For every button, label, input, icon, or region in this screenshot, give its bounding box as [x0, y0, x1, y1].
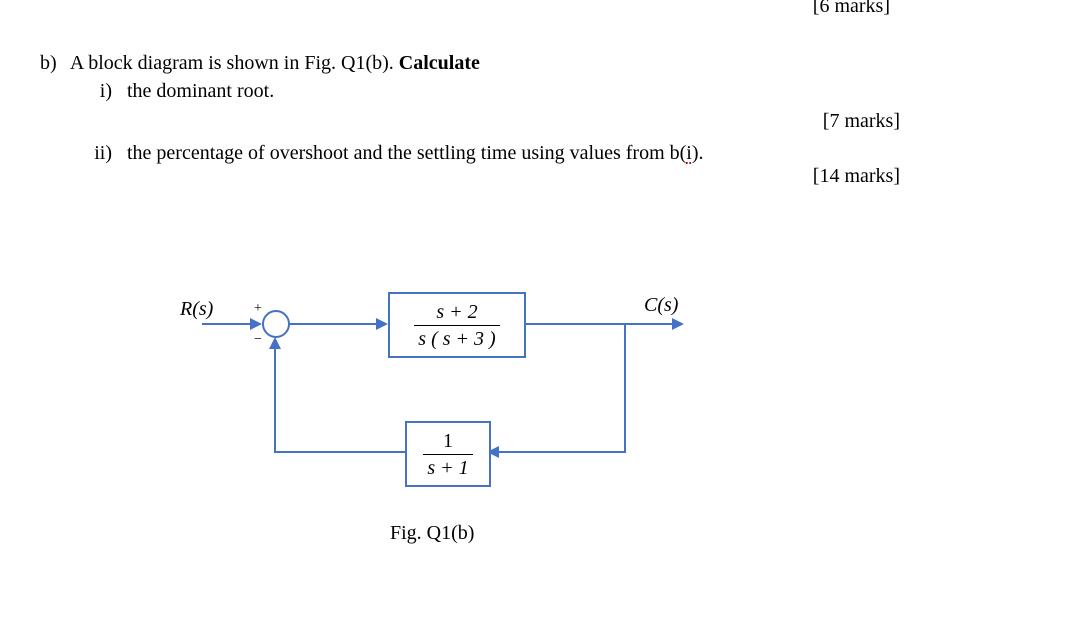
arrow-to-g: [376, 318, 388, 330]
figure-caption: Fig. Q1(b): [390, 522, 474, 545]
sub-item-i: i) the dominant root.: [80, 80, 274, 103]
question-b-text: A block diagram is shown in Fig. Q1(b). …: [70, 52, 480, 74]
line-h-to-sum-v: [274, 348, 276, 453]
line-input: [202, 323, 252, 325]
line-to-h: [499, 451, 626, 453]
question-b: b) A block diagram is shown in Fig. Q1(b…: [40, 52, 480, 75]
arrow-output: [672, 318, 684, 330]
sub-item-i-text: the dominant root.: [127, 80, 274, 102]
question-b-label: b): [40, 52, 66, 75]
minus-sign: −: [254, 332, 262, 348]
marks-ii: [14 marks]: [813, 165, 900, 188]
summing-junction: [262, 310, 290, 338]
sub-item-ii: ii) the percentage of overshoot and the …: [80, 142, 704, 165]
block-diagram: R(s) + − s + 2 s ( s + 3 ) C(s) 1 s + 1 …: [180, 290, 740, 550]
output-label: C(s): [644, 294, 678, 317]
arrow-to-sum-feedback: [269, 337, 281, 349]
line-takeoff-down: [624, 323, 626, 453]
forward-tf: s + 2 s ( s + 3 ): [414, 301, 499, 350]
plus-sign: +: [254, 301, 262, 317]
marks-i: [7 marks]: [823, 110, 900, 133]
forward-block: s + 2 s ( s + 3 ): [388, 292, 526, 358]
sub-item-ii-num: ii): [80, 142, 112, 165]
arrow-to-sum: [250, 318, 262, 330]
prev-question-marks: [6 marks]: [813, 0, 890, 18]
line-h-to-sum-h: [274, 451, 405, 453]
line-sum-to-g: [288, 323, 378, 325]
line-g-to-out: [524, 323, 674, 325]
input-label: R(s): [180, 298, 213, 321]
feedback-tf: 1 s + 1: [423, 430, 472, 479]
sub-item-i-num: i): [80, 80, 112, 103]
sub-item-ii-text: the percentage of overshoot and the sett…: [127, 142, 704, 164]
feedback-block: 1 s + 1: [405, 421, 491, 487]
